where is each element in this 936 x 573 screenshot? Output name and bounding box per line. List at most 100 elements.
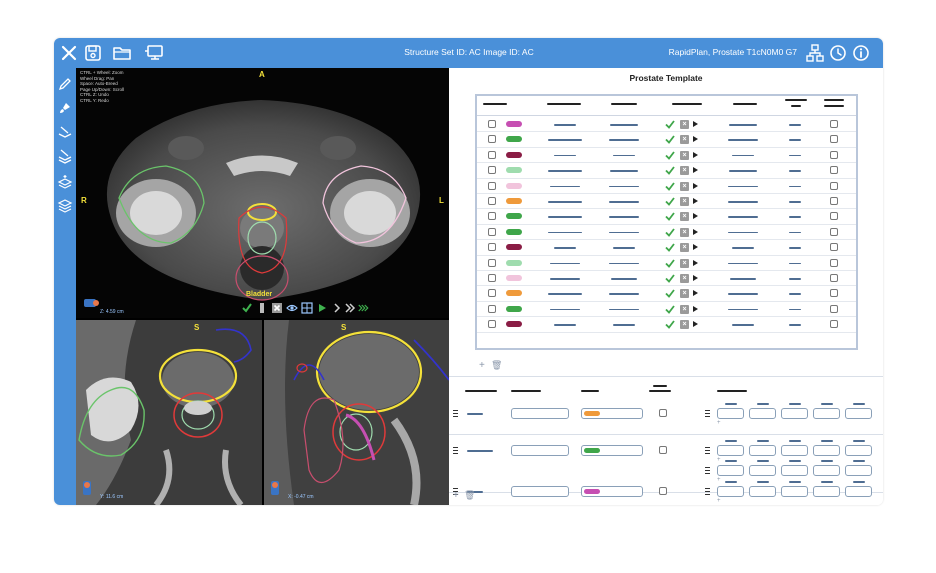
option-checkbox[interactable] (830, 150, 838, 159)
param-field[interactable] (845, 408, 872, 419)
check-icon[interactable] (665, 182, 675, 191)
param-field[interactable] (749, 465, 776, 476)
remove-icon[interactable]: × (680, 274, 689, 283)
structure-color-swatch[interactable] (506, 290, 522, 297)
play-icon[interactable] (316, 302, 328, 314)
fast-forward-icon[interactable] (344, 302, 356, 314)
param-add-button[interactable]: + (717, 498, 721, 504)
remove-icon[interactable]: × (680, 166, 689, 176)
structure-color-swatch[interactable] (506, 198, 522, 204)
sagittal-view[interactable]: S X: -0.47 cm (264, 320, 449, 505)
add-row-button[interactable]: + (479, 360, 485, 371)
rule-checkbox[interactable] (659, 487, 667, 495)
row-select-checkbox[interactable] (488, 135, 496, 144)
save-icon[interactable] (82, 42, 104, 64)
check-icon[interactable] (665, 243, 675, 253)
network-icon[interactable] (804, 42, 826, 64)
remove-icon[interactable]: × (680, 181, 689, 191)
visibility-icon[interactable] (286, 302, 298, 314)
table-row[interactable]: × (477, 256, 856, 271)
param-add-button[interactable]: + (717, 420, 721, 426)
drag-handle-icon[interactable] (705, 488, 710, 495)
structure-color-swatch[interactable] (506, 136, 522, 143)
check-icon[interactable] (665, 228, 675, 237)
remove-icon[interactable]: × (680, 197, 689, 206)
layer-icon[interactable] (57, 124, 73, 140)
param-field[interactable] (781, 465, 808, 476)
option-checkbox[interactable] (830, 135, 838, 144)
expand-icon[interactable] (693, 305, 698, 312)
clock-icon[interactable] (827, 42, 849, 64)
option-checkbox[interactable] (830, 212, 838, 221)
expand-icon[interactable] (693, 198, 698, 204)
check-icon[interactable] (665, 320, 675, 330)
rule-checkbox[interactable] (659, 446, 667, 454)
rule-name-field[interactable] (511, 445, 569, 456)
axial-view[interactable]: CTRL + Wheel: Zoom Wheel Drag: Pan Space… (76, 68, 449, 318)
row-select-checkbox[interactable] (488, 181, 496, 190)
table-row[interactable]: × (477, 179, 856, 194)
check-icon[interactable] (665, 274, 675, 283)
structure-color-swatch[interactable] (506, 151, 522, 158)
table-row[interactable]: × (477, 117, 856, 133)
drag-handle-icon[interactable] (705, 447, 710, 454)
option-checkbox[interactable] (830, 166, 838, 175)
option-checkbox[interactable] (830, 181, 838, 190)
row-select-checkbox[interactable] (488, 212, 496, 221)
param-field[interactable] (845, 486, 872, 497)
check-icon[interactable] (665, 305, 675, 314)
structure-color-swatch[interactable] (506, 275, 522, 281)
rule-name-field[interactable] (511, 408, 569, 419)
rule-color-field[interactable] (581, 408, 643, 419)
expand-icon[interactable] (693, 290, 698, 297)
structure-color-swatch[interactable] (506, 228, 522, 235)
structure-color-swatch[interactable] (506, 259, 522, 266)
remove-icon[interactable]: × (680, 120, 689, 129)
remove-icon[interactable]: × (680, 243, 689, 253)
row-select-checkbox[interactable] (488, 289, 496, 298)
check-icon[interactable] (665, 197, 675, 206)
delete-rule-button[interactable]: 🗑 (464, 490, 475, 501)
table-row[interactable]: × (477, 148, 856, 164)
delete-row-button[interactable]: 🗑 (491, 360, 502, 371)
param-add-button[interactable]: + (717, 477, 721, 483)
structure-color-swatch[interactable] (506, 121, 522, 127)
remove-icon[interactable]: × (680, 289, 689, 299)
option-checkbox[interactable] (830, 320, 838, 329)
check-icon[interactable] (665, 120, 675, 129)
param-field[interactable] (845, 445, 872, 456)
param-add-button[interactable]: + (717, 457, 721, 463)
remove-icon[interactable]: × (680, 135, 689, 145)
skip-all-icon[interactable] (358, 302, 370, 314)
row-select-checkbox[interactable] (488, 120, 496, 128)
table-row[interactable]: × (477, 225, 856, 241)
reject-icon[interactable] (271, 302, 283, 314)
info-icon[interactable] (850, 42, 872, 64)
row-select-checkbox[interactable] (488, 304, 496, 313)
remove-icon[interactable]: × (680, 304, 689, 314)
option-checkbox[interactable] (830, 227, 838, 236)
param-field[interactable] (813, 408, 840, 419)
table-row[interactable]: × (477, 286, 856, 302)
param-field[interactable] (845, 465, 872, 476)
table-row[interactable]: × (477, 163, 856, 179)
structure-color-swatch[interactable] (506, 244, 522, 251)
folder-icon[interactable] (111, 42, 133, 64)
row-select-checkbox[interactable] (488, 166, 496, 175)
expand-icon[interactable] (693, 167, 698, 174)
expand-icon[interactable] (693, 121, 698, 127)
param-field[interactable] (813, 486, 840, 497)
ruler-icon[interactable] (256, 302, 268, 314)
table-row[interactable]: × (477, 194, 856, 210)
remove-icon[interactable]: × (680, 150, 689, 160)
row-select-checkbox[interactable] (488, 227, 496, 236)
drag-handle-icon[interactable] (705, 410, 710, 417)
param-field[interactable] (749, 445, 776, 456)
check-icon[interactable] (665, 289, 675, 299)
table-row[interactable]: × (477, 271, 856, 287)
monitor-icon[interactable] (144, 42, 166, 64)
param-field[interactable] (813, 445, 840, 456)
option-checkbox[interactable] (830, 274, 838, 282)
remove-icon[interactable]: × (680, 227, 689, 237)
row-select-checkbox[interactable] (488, 320, 496, 329)
